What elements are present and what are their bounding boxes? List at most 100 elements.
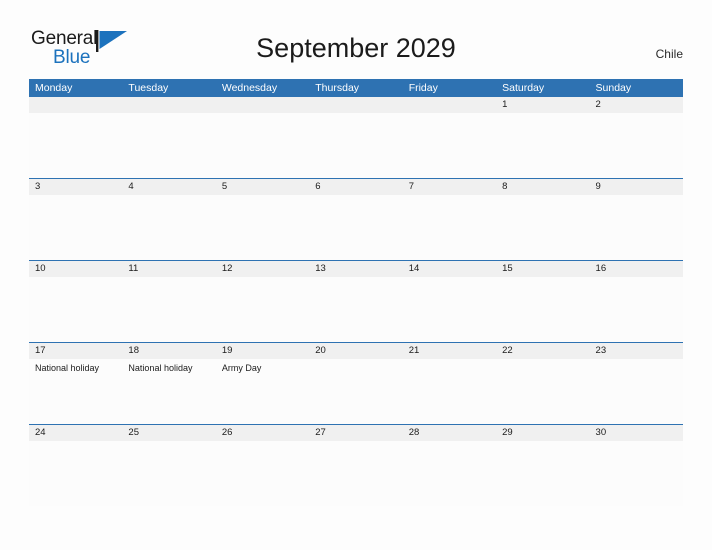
- week-body-strip: [29, 277, 683, 342]
- day-cell[interactable]: [29, 441, 122, 506]
- page-title: September 2029: [256, 33, 456, 63]
- day-cell[interactable]: [122, 441, 215, 506]
- day-number[interactable]: 27: [309, 425, 402, 441]
- day-number[interactable]: 12: [216, 261, 309, 277]
- day-cell-empty: [122, 113, 215, 178]
- day-cell[interactable]: [590, 113, 683, 178]
- week-body-strip: [29, 441, 683, 506]
- day-number[interactable]: 26: [216, 425, 309, 441]
- day-cell[interactable]: [496, 113, 589, 178]
- calendar-week-row: 10 11 12 13 14 15 16: [29, 260, 683, 342]
- day-cell[interactable]: [309, 277, 402, 342]
- day-number-empty: [29, 97, 122, 113]
- day-cell[interactable]: [403, 195, 496, 260]
- weekday-header-monday: Monday: [35, 82, 73, 94]
- week-date-strip: 24 25 26 27 28 29 30: [29, 424, 683, 441]
- day-number[interactable]: 25: [122, 425, 215, 441]
- day-number[interactable]: 13: [309, 261, 402, 277]
- day-cell[interactable]: [496, 359, 589, 424]
- day-cell[interactable]: [496, 441, 589, 506]
- day-number[interactable]: 23: [590, 343, 683, 359]
- day-cell[interactable]: [590, 277, 683, 342]
- day-cell-empty: [29, 113, 122, 178]
- day-number-empty: [403, 97, 496, 113]
- day-number-empty: [309, 97, 402, 113]
- week-date-strip: 3456789: [29, 178, 683, 195]
- calendar-week-row: 24 25 26 27 28 29 30: [29, 424, 683, 506]
- day-cell-empty: [309, 113, 402, 178]
- day-cell[interactable]: [590, 359, 683, 424]
- day-number[interactable]: 19: [216, 343, 309, 359]
- day-number[interactable]: 30: [590, 425, 683, 441]
- day-number[interactable]: 3: [29, 179, 122, 195]
- day-number[interactable]: 29: [496, 425, 589, 441]
- day-cell[interactable]: [309, 195, 402, 260]
- day-cell[interactable]: [29, 195, 122, 260]
- weekday-header-friday: Friday: [408, 82, 438, 94]
- day-cell-empty: [216, 113, 309, 178]
- day-cell[interactable]: [216, 277, 309, 342]
- day-number[interactable]: 5: [216, 179, 309, 195]
- day-number[interactable]: 18: [122, 343, 215, 359]
- day-number[interactable]: 24: [29, 425, 122, 441]
- week-date-strip: 17 18 19 20 21 22 23: [29, 342, 683, 359]
- calendar-week-row: 17 18 19 20 21 22 23 National holiday National h…: [29, 342, 683, 424]
- day-number[interactable]: 11: [122, 261, 215, 277]
- day-number[interactable]: 6: [309, 179, 402, 195]
- day-number[interactable]: 1: [496, 97, 589, 113]
- calendar-week-row: 3456789: [29, 178, 683, 260]
- day-number[interactable]: 7: [403, 179, 496, 195]
- day-cell[interactable]: [216, 195, 309, 260]
- day-cell[interactable]: [309, 359, 402, 424]
- day-number[interactable]: 14: [403, 261, 496, 277]
- day-cell[interactable]: [216, 441, 309, 506]
- day-cell[interactable]: [403, 277, 496, 342]
- day-cell[interactable]: Army Day: [216, 359, 309, 424]
- day-number[interactable]: 2: [590, 97, 683, 113]
- day-number[interactable]: 17: [29, 343, 122, 359]
- day-number[interactable]: 20: [309, 343, 402, 359]
- day-cell[interactable]: [403, 441, 496, 506]
- country-label: Chile: [655, 47, 683, 61]
- calendar-weeks: 1 2 3 4 5 6 7 8 9 10 11 12 13 14 15 16 17 18 19 20 21 22 23 Nat…: [29, 97, 683, 506]
- week-body-strip: [29, 113, 683, 178]
- day-cell[interactable]: [496, 195, 589, 260]
- holiday-event-label: National holiday: [128, 363, 193, 373]
- weekday-header-saturday: Saturday: [502, 82, 545, 94]
- weekday-header-thursday: Thursday: [315, 82, 360, 94]
- day-number[interactable]: 8: [496, 179, 589, 195]
- day-cell[interactable]: National holiday: [122, 359, 215, 424]
- day-number[interactable]: 16: [590, 261, 683, 277]
- day-number[interactable]: 9: [590, 179, 683, 195]
- day-number[interactable]: 15: [496, 261, 589, 277]
- week-body-strip: [29, 195, 683, 260]
- day-number[interactable]: 21: [403, 343, 496, 359]
- day-cell[interactable]: [590, 441, 683, 506]
- day-cell[interactable]: [122, 277, 215, 342]
- day-cell-empty: [403, 113, 496, 178]
- day-number[interactable]: 28: [403, 425, 496, 441]
- day-cell[interactable]: [309, 441, 402, 506]
- day-number[interactable]: 4: [122, 179, 215, 195]
- day-number[interactable]: 10: [29, 261, 122, 277]
- page-header: General Blue September 2029 Chile: [0, 0, 712, 68]
- weekday-header-wednesday: Wednesday: [221, 82, 278, 94]
- weekday-header-sunday: Sunday: [595, 82, 632, 94]
- holiday-event-label: Army Day: [221, 363, 262, 373]
- calendar-week-row: 12: [29, 97, 683, 178]
- day-cell[interactable]: National holiday: [29, 359, 122, 424]
- day-cell[interactable]: [590, 195, 683, 260]
- day-number-empty: [122, 97, 215, 113]
- day-cell[interactable]: [122, 195, 215, 260]
- day-cell[interactable]: [403, 359, 496, 424]
- week-date-strip: 10 11 12 13 14 15 16: [29, 260, 683, 277]
- day-number[interactable]: 22: [496, 343, 589, 359]
- weekday-header-row: Monday Tuesday Wednesday Thursday Friday…: [29, 79, 683, 97]
- calendar-table: Monday Tuesday Wednesday Thursday Friday…: [29, 79, 683, 506]
- day-cell[interactable]: [496, 277, 589, 342]
- holiday-event-label: National holiday: [35, 363, 100, 373]
- day-cell[interactable]: [29, 277, 122, 342]
- day-number-empty: [216, 97, 309, 113]
- week-body-strip: National holiday National holiday Army Day: [29, 359, 683, 424]
- weekday-header-tuesday: Tuesday: [128, 82, 169, 94]
